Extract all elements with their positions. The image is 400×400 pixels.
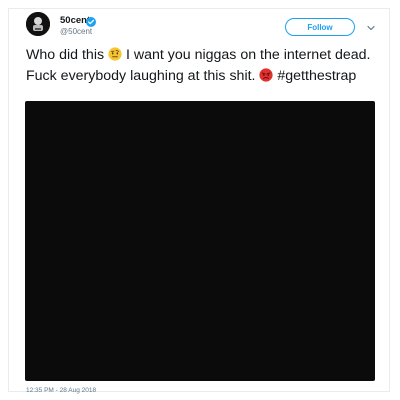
follow-button[interactable]: Follow	[285, 18, 355, 36]
timestamp[interactable]: 12:35 PM - 28 Aug 2018	[26, 387, 96, 394]
face-with-raised-eyebrow-icon	[108, 47, 122, 61]
angry-face-icon	[259, 68, 274, 82]
tweet-text-part-1: Who did this	[26, 47, 109, 63]
hashtag-link[interactable]: #getthestrap	[277, 68, 356, 84]
verified-badge-icon	[86, 14, 96, 27]
user-handle[interactable]: @50cent	[60, 27, 92, 36]
tweet-text: Who did this I want you niggas on the in…	[26, 45, 378, 87]
media-attachment[interactable]	[25, 101, 375, 381]
chevron-down-icon[interactable]	[366, 20, 376, 31]
avatar[interactable]	[26, 12, 50, 36]
